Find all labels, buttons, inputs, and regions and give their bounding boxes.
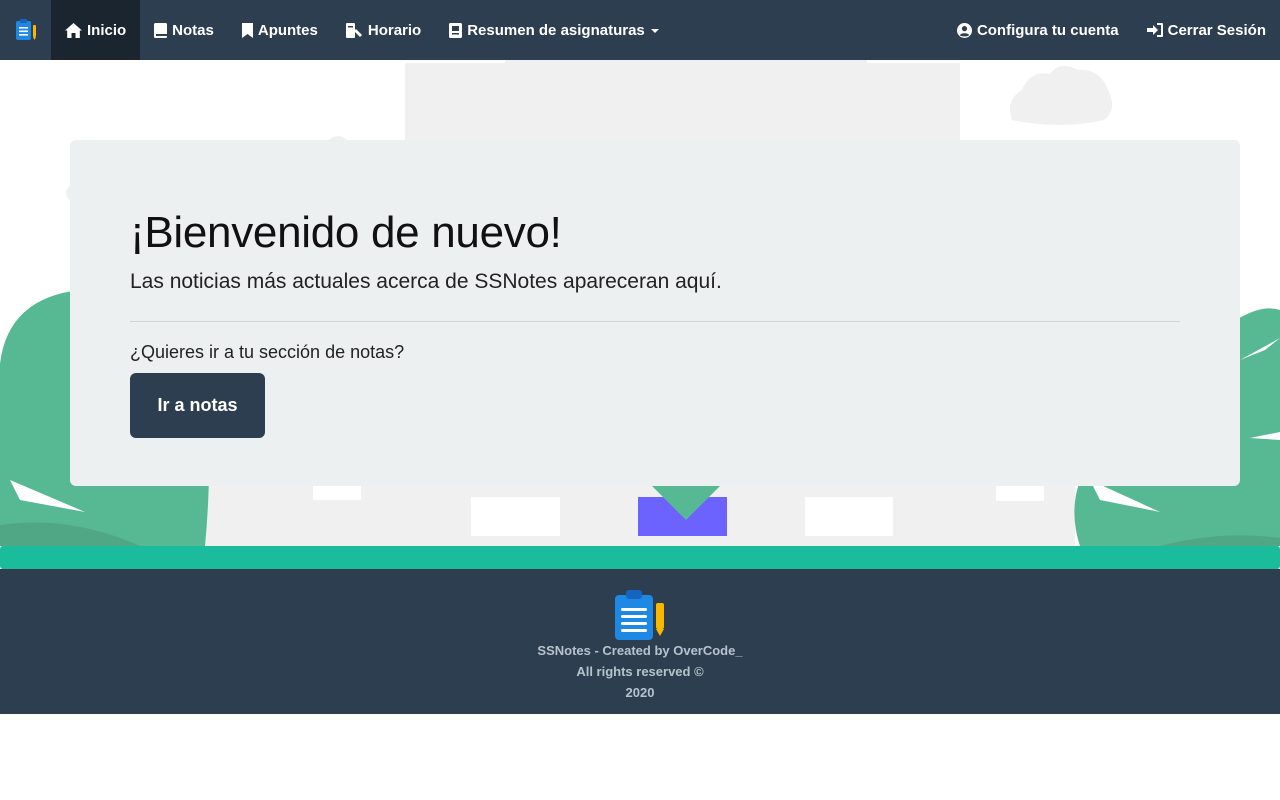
calendar-tools-icon — [345, 22, 362, 38]
nav-cerrar-sesion[interactable]: Cerrar Sesión — [1133, 0, 1280, 60]
divider — [130, 321, 1180, 322]
notebook-icon — [449, 22, 463, 38]
book-icon — [154, 22, 168, 38]
nav-cerrar-label: Cerrar Sesión — [1167, 21, 1266, 39]
hero-illustration: ¡Bienvenido de nuevo! Las noticias más a… — [0, 60, 1280, 546]
nav-configura-cuenta[interactable]: Configura tu cuenta — [943, 0, 1133, 60]
notes-question: ¿Quieres ir a tu sección de notas? — [130, 342, 405, 362]
clipboard-notes-logo-icon — [15, 19, 36, 40]
page-footer: SSNotes - Created by OverCode_ All right… — [0, 569, 1280, 714]
top-navbar: Inicio Notas Apuntes Horario Resumen de … — [0, 0, 1280, 60]
user-circle-icon — [956, 22, 972, 38]
brand-logo[interactable] — [0, 0, 51, 60]
welcome-jumbotron: ¡Bienvenido de nuevo! Las noticias más a… — [70, 140, 1240, 486]
nav-configura-label: Configura tu cuenta — [976, 21, 1119, 39]
nav-resumen-dropdown[interactable]: Resumen de asignaturas — [435, 0, 673, 60]
nav-horario-label: Horario — [367, 21, 422, 39]
bookmark-icon — [241, 22, 253, 38]
home-icon — [65, 22, 82, 38]
caret-down-icon — [650, 29, 659, 33]
footer-credits: SSNotes - Created by OverCode_ — [537, 643, 743, 658]
nav-resumen-label: Resumen de asignaturas — [467, 21, 645, 39]
nav-notas[interactable]: Notas — [140, 0, 228, 60]
footer-logo — [614, 589, 666, 646]
nav-apuntes-label: Apuntes — [257, 21, 318, 39]
go-to-notes-button[interactable]: Ir a notas — [130, 373, 265, 438]
footer-year: 2020 — [625, 685, 655, 700]
nav-apuntes[interactable]: Apuntes — [228, 0, 332, 60]
nav-horario[interactable]: Horario — [332, 0, 435, 60]
footer-rights: All rights reserved © — [576, 664, 704, 679]
nav-inicio-label: Inicio — [87, 21, 127, 39]
accent-strip — [0, 546, 1280, 569]
sign-in-icon — [1146, 23, 1163, 37]
clipboard-notes-logo-icon — [615, 590, 664, 640]
page-title: ¡Bienvenido de nuevo! — [130, 208, 562, 257]
lead-text: Las noticias más actuales acerca de SSNo… — [130, 270, 722, 293]
nav-notas-label: Notas — [172, 21, 214, 39]
nav-inicio[interactable]: Inicio — [51, 0, 141, 60]
